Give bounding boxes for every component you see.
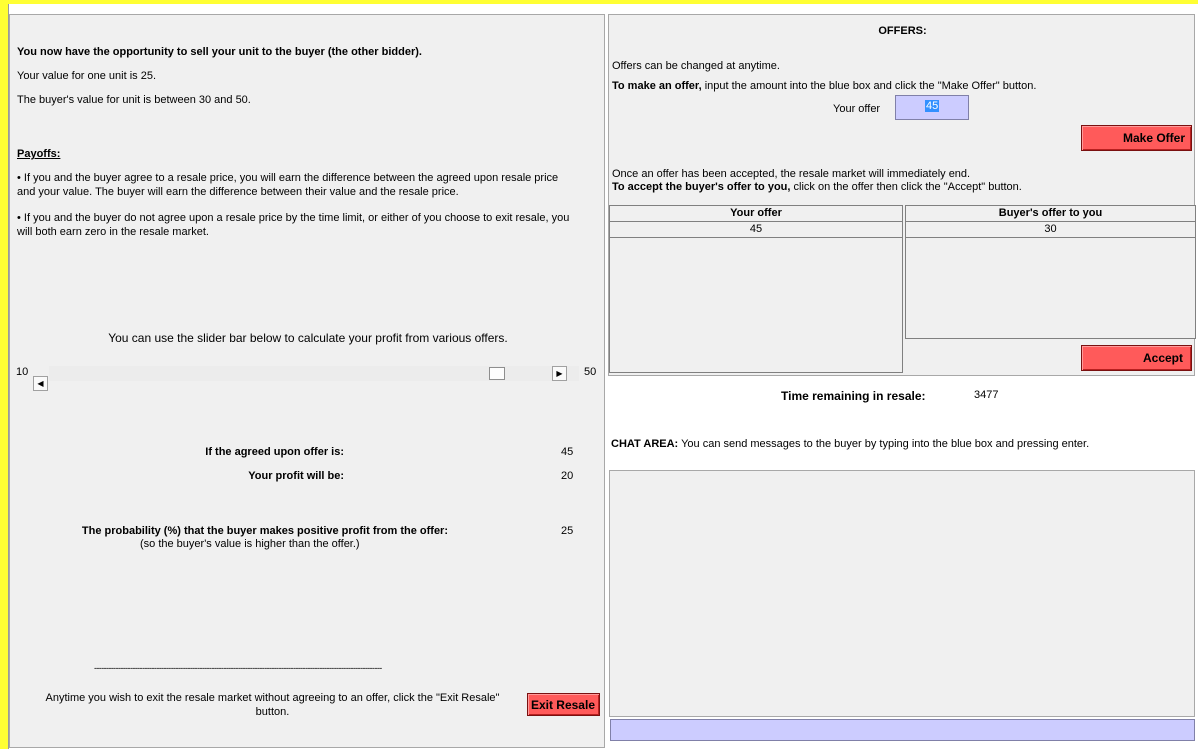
- offers-panel: OFFERS: Offers can be changed at anytime…: [608, 14, 1196, 376]
- probability-value: 25: [561, 525, 574, 537]
- chat-instructions: CHAT AREA: You can send messages to the …: [611, 438, 1089, 450]
- payoffs-title: Payoffs:: [17, 148, 61, 160]
- chat-message-area[interactable]: [609, 470, 1195, 717]
- time-remaining-label: Time remaining in resale:: [781, 389, 926, 403]
- accept-rest: click on the offer then click the "Accep…: [790, 181, 1022, 193]
- make-offer-rest: input the amount into the blue box and c…: [701, 80, 1037, 92]
- exit-resale-button[interactable]: Exit Resale: [527, 693, 600, 716]
- payoff-rule-1-line-1: • If you and the buyer agree to a resale…: [17, 172, 559, 184]
- profit-value: 20: [561, 470, 574, 482]
- offers-changed-note: Offers can be changed at anytime.: [612, 60, 780, 72]
- exit-instructions-line-1: Anytime you wish to exit the resale mark…: [45, 692, 500, 704]
- slider-right-arrow-icon[interactable]: ▶: [552, 366, 567, 381]
- slider-thumb[interactable]: [489, 367, 505, 380]
- your-offer-value: 45: [925, 100, 940, 112]
- make-offer-button[interactable]: Make Offer: [1081, 125, 1192, 151]
- exit-instructions-line-2: button.: [255, 706, 290, 718]
- offers-title: OFFERS:: [878, 25, 927, 37]
- your-offer-table-row[interactable]: 45: [610, 222, 902, 238]
- divider-line: ----------------------------------------…: [94, 663, 382, 673]
- profit-label: Your profit will be:: [248, 470, 344, 482]
- agreed-offer-label: If the agreed upon offer is:: [205, 446, 344, 458]
- accept-instructions: To accept the buyer's offer to you, clic…: [612, 181, 1022, 193]
- your-offer-table[interactable]: Your offer 45: [609, 205, 903, 373]
- your-value-text: Your value for one unit is 25.: [17, 70, 157, 82]
- chat-input[interactable]: [610, 719, 1195, 741]
- buyer-value-text: The buyer's value for unit is between 30…: [17, 94, 251, 106]
- accept-bold: To accept the buyer's offer to you,: [612, 181, 791, 193]
- your-offer-input[interactable]: 45: [895, 95, 969, 120]
- make-offer-bold: To make an offer,: [612, 80, 702, 92]
- make-offer-instructions: To make an offer, input the amount into …: [612, 80, 1036, 92]
- buyer-offer-table[interactable]: Buyer's offer to you 30: [905, 205, 1196, 339]
- chat-bold: CHAT AREA:: [611, 438, 679, 450]
- payoff-rule-1-line-2: and your value. The buyer will earn the …: [17, 186, 459, 198]
- slider-max-label: 50: [584, 366, 597, 378]
- resale-heading: You now have the opportunity to sell you…: [17, 46, 422, 58]
- slider-note: You can use the slider bar below to calc…: [108, 331, 508, 345]
- time-remaining-value: 3477: [974, 389, 999, 401]
- slider-min-label: 10: [16, 366, 29, 378]
- chat-rest: You can send messages to the buyer by ty…: [678, 438, 1090, 450]
- payoff-rule-2-line-1: • If you and the buyer do not agree upon…: [17, 212, 570, 224]
- app-window: You now have the opportunity to sell you…: [8, 4, 1198, 749]
- slider-left-arrow-icon[interactable]: ◀: [33, 376, 48, 391]
- probability-note: (so the buyer's value is higher than the…: [140, 538, 360, 550]
- buyer-offer-table-row[interactable]: 30: [906, 222, 1195, 238]
- your-offer-table-header: Your offer: [610, 206, 902, 222]
- agreed-offer-value: 45: [561, 446, 574, 458]
- your-offer-label: Your offer: [833, 103, 881, 115]
- accepted-note: Once an offer has been accepted, the res…: [612, 168, 971, 180]
- buyer-offer-table-header: Buyer's offer to you: [906, 206, 1195, 222]
- payoff-rule-2-line-2: will both earn zero in the resale market…: [17, 226, 209, 238]
- probability-label: The probability (%) that the buyer makes…: [81, 525, 448, 537]
- accept-button[interactable]: Accept: [1081, 345, 1192, 371]
- resale-info-panel: You now have the opportunity to sell you…: [9, 14, 605, 748]
